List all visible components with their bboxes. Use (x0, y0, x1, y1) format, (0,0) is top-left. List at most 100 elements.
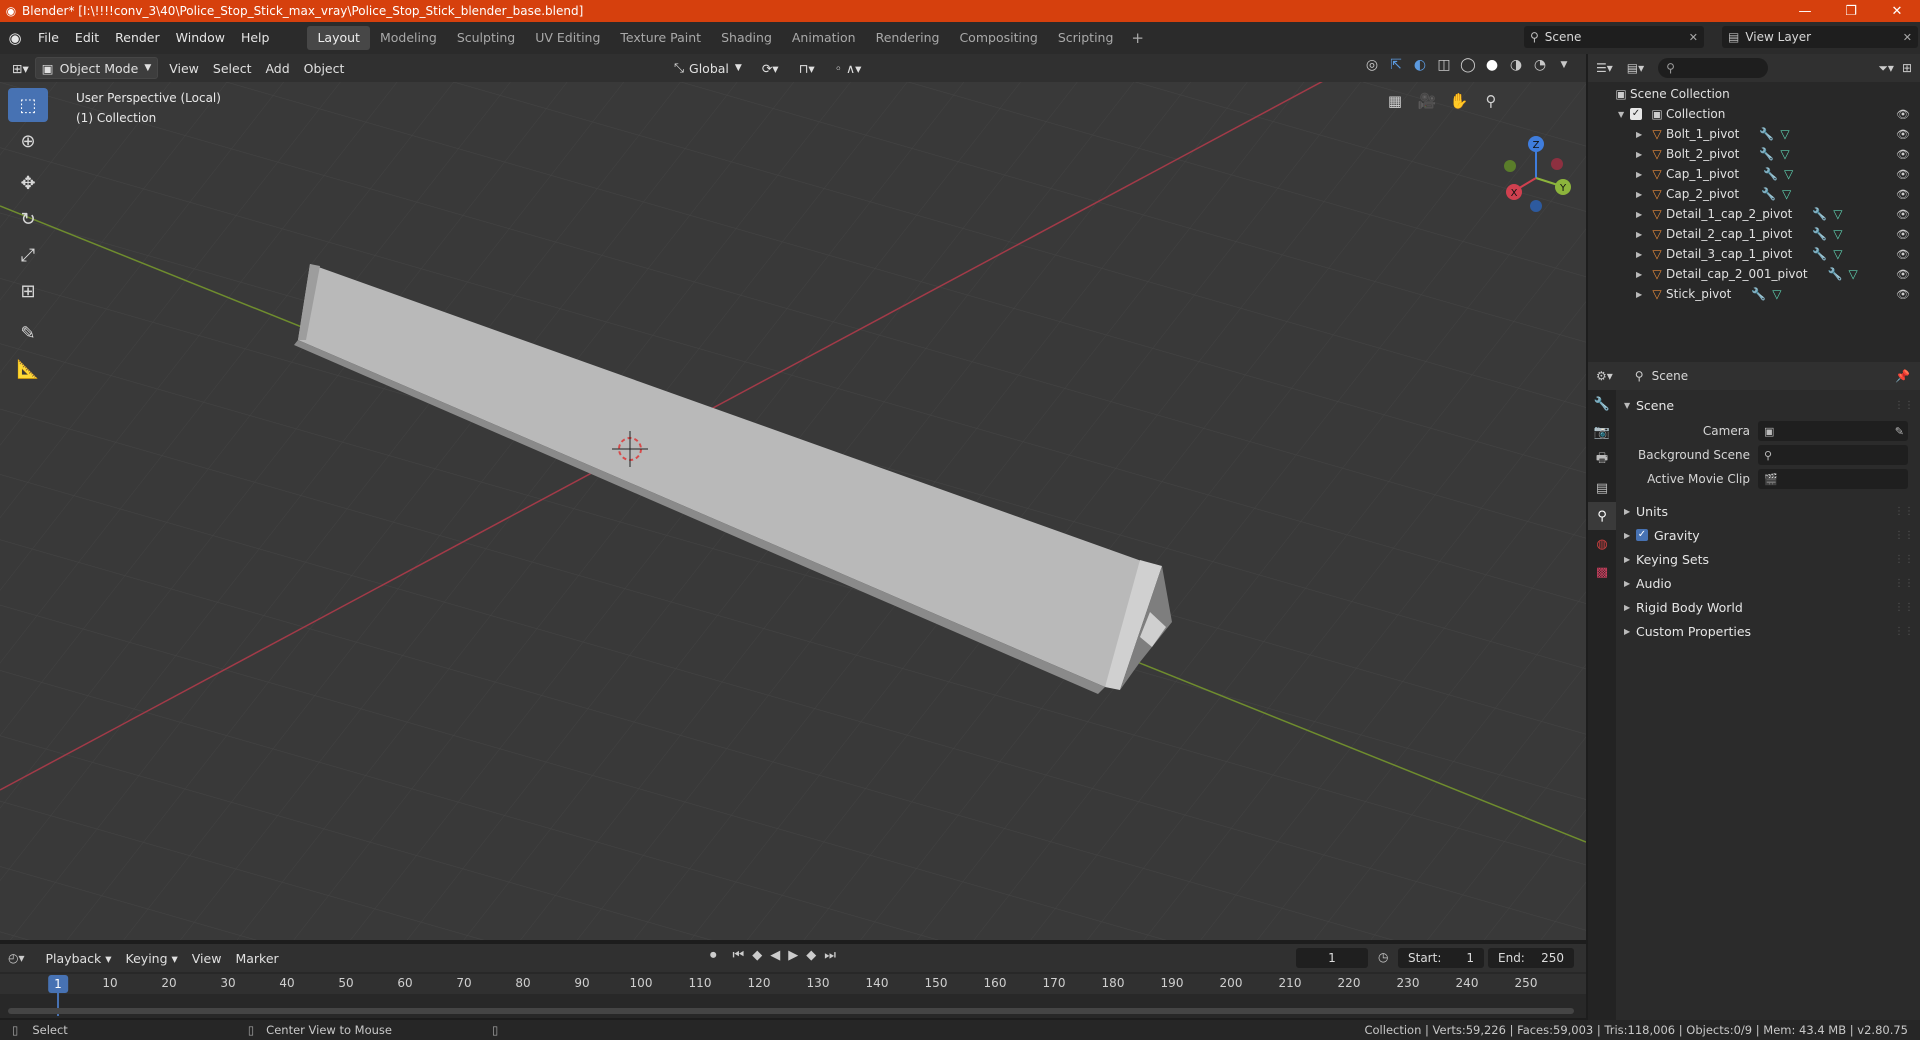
mesh-data-icon[interactable]: ▽ (1784, 167, 1793, 181)
tab-rendering[interactable]: Rendering (866, 26, 950, 50)
drag-handle-icon[interactable]: ⋮⋮ (1894, 554, 1914, 565)
modifier-icon[interactable]: 🔧 (1759, 127, 1774, 141)
drag-handle-icon[interactable]: ⋮⋮ (1894, 530, 1914, 541)
output-tab-icon[interactable]: 🖶 (1588, 446, 1616, 474)
filter-icon[interactable]: ⏷▾ (1878, 61, 1894, 76)
timeline-scrollbar[interactable] (8, 1008, 1574, 1014)
expand-arrow-icon[interactable]: ▶ (1636, 170, 1648, 179)
jump-keyframe-back-icon[interactable]: ◆ (752, 948, 762, 963)
drag-handle-icon[interactable]: ⋮⋮ (1894, 578, 1914, 589)
scene-tab-icon[interactable]: ⚲ (1588, 502, 1616, 530)
maximize-button[interactable]: ❐ (1828, 0, 1874, 22)
tab-scripting[interactable]: Scripting (1048, 26, 1124, 50)
solid-shading-icon[interactable]: ● (1484, 57, 1500, 73)
play-icon[interactable]: ▶ (788, 948, 798, 963)
outliner-editor-type-icon[interactable]: ☰▾ (1596, 61, 1613, 75)
menu-playback[interactable]: Playback ▾ (39, 951, 119, 966)
measure-tool-icon[interactable]: 📐 (8, 352, 48, 386)
zoom-icon[interactable]: ⚲ (1478, 88, 1504, 114)
expand-arrow-icon[interactable]: ▶ (1636, 150, 1648, 159)
current-frame-marker[interactable]: 1 (48, 975, 68, 993)
camera-view-icon[interactable]: 🎥 (1414, 88, 1440, 114)
chevron-down-icon[interactable]: ▼ (1556, 60, 1572, 70)
pan-hand-icon[interactable]: ✋ (1446, 88, 1472, 114)
timeline[interactable]: 1 10 20 30 40 50 60 70 80 90 100 110 120… (0, 972, 1586, 1018)
eye-icon[interactable]: 👁 (1896, 168, 1910, 181)
properties-editor-type-icon[interactable]: ⚙▾ (1596, 369, 1613, 383)
scene-collection-row[interactable]: ▣ Scene Collection (1588, 84, 1920, 104)
eye-icon[interactable]: 👁 (1896, 208, 1910, 221)
mesh-data-icon[interactable]: ▽ (1833, 207, 1842, 221)
jump-keyframe-forward-icon[interactable]: ◆ (806, 948, 816, 963)
mesh-data-icon[interactable]: ▽ (1780, 127, 1789, 141)
select-box-tool-icon[interactable]: ⬚ (8, 88, 48, 122)
close-icon[interactable]: ✕ (1689, 31, 1698, 44)
tab-modeling[interactable]: Modeling (370, 26, 447, 50)
outliner-object-row[interactable]: ▶ ▽ Bolt_1_pivot 🔧 ▽ 👁 (1588, 124, 1920, 144)
drag-handle-icon[interactable]: ⋮⋮ (1894, 400, 1914, 411)
frame-ruler[interactable]: 1 10 20 30 40 50 60 70 80 90 100 110 120… (0, 974, 1586, 994)
modifier-icon[interactable]: 🔧 (1763, 167, 1778, 181)
jump-end-icon[interactable]: ⏭ (824, 948, 836, 963)
pivot-point-icon[interactable]: ⟳▾ (756, 57, 785, 79)
expand-arrow-icon[interactable]: ▶ (1636, 210, 1648, 219)
snap-icon[interactable]: ⊓▾ (793, 57, 821, 79)
collection-checkbox[interactable]: ✓ (1630, 108, 1642, 120)
modifier-icon[interactable]: 🔧 (1812, 207, 1827, 221)
expand-arrow-icon[interactable]: ▶ (1636, 270, 1648, 279)
scale-tool-icon[interactable]: ⤢ (8, 238, 48, 272)
menu-render[interactable]: Render (107, 26, 168, 50)
outliner-object-row[interactable]: ▶ ▽ Detail_2_cap_1_pivot 🔧 ▽ 👁 (1588, 224, 1920, 244)
menu-file[interactable]: File (30, 26, 67, 50)
expand-arrow-icon[interactable]: ▶ (1636, 290, 1648, 299)
expand-arrow-icon[interactable]: ▶ (1636, 230, 1648, 239)
current-frame-field[interactable]: 1 (1296, 948, 1368, 968)
modifier-icon[interactable]: 🔧 (1828, 267, 1843, 281)
eyedropper-icon[interactable]: ✎ (1895, 425, 1904, 438)
custom-properties-panel-header[interactable]: ▶ Custom Properties ⋮⋮ (1616, 620, 1920, 642)
gravity-checkbox[interactable]: ✓ (1636, 529, 1648, 541)
tab-layout[interactable]: Layout (307, 26, 370, 50)
mode-selector[interactable]: ▣ Object Mode ▼ (34, 57, 159, 79)
tab-sculpting[interactable]: Sculpting (447, 26, 525, 50)
timeline-editor-type-icon[interactable]: ◴▾ (8, 951, 25, 965)
minimize-button[interactable]: — (1782, 0, 1828, 22)
drag-handle-icon[interactable]: ⋮⋮ (1894, 602, 1914, 613)
rigid-body-world-panel-header[interactable]: ▶ Rigid Body World ⋮⋮ (1616, 596, 1920, 618)
tab-texture-paint[interactable]: Texture Paint (610, 26, 711, 50)
modifier-icon[interactable]: 🔧 (1761, 187, 1776, 201)
toggle-view-grid-icon[interactable]: ▦ (1382, 88, 1408, 114)
modifier-icon[interactable]: 🔧 (1812, 247, 1827, 261)
modifier-icon[interactable]: 🔧 (1812, 227, 1827, 241)
menu-select[interactable]: Select (206, 61, 259, 76)
rendered-shading-icon[interactable]: ◔ (1532, 57, 1548, 73)
menu-window[interactable]: Window (168, 26, 233, 50)
proportional-editing-icon[interactable]: ◦ ∧▾ (829, 57, 868, 79)
annotate-tool-icon[interactable]: ✎ (8, 316, 48, 350)
gizmo-icon[interactable]: ⇱ (1388, 57, 1404, 73)
add-workspace-icon[interactable]: + (1123, 26, 1152, 50)
tool-settings-tab-icon[interactable]: 🔧 (1588, 390, 1616, 418)
eye-icon[interactable]: 👁 (1896, 288, 1910, 301)
mesh-data-icon[interactable]: ▽ (1780, 147, 1789, 161)
eye-icon[interactable]: 👁 (1896, 148, 1910, 161)
outliner-object-row[interactable]: ▶ ▽ Detail_cap_2_001_pivot 🔧 ▽ 👁 (1588, 264, 1920, 284)
mesh-data-icon[interactable]: ▽ (1833, 227, 1842, 241)
mesh-data-icon[interactable]: ▽ (1849, 267, 1858, 281)
gizmo-neg-y[interactable] (1504, 160, 1516, 172)
tab-compositing[interactable]: Compositing (949, 26, 1047, 50)
close-icon[interactable]: ✕ (1903, 31, 1912, 44)
record-icon[interactable]: ⏺ (710, 948, 717, 963)
new-collection-icon[interactable]: ⊞ (1902, 61, 1912, 75)
menu-view[interactable]: View (162, 61, 206, 76)
menu-edit[interactable]: Edit (67, 26, 107, 50)
outliner-object-row[interactable]: ▶ ▽ Detail_1_cap_2_pivot 🔧 ▽ 👁 (1588, 204, 1920, 224)
drag-handle-icon[interactable]: ⋮⋮ (1894, 506, 1914, 517)
gravity-panel-header[interactable]: ▶ ✓ Gravity ⋮⋮ (1616, 524, 1920, 546)
expand-arrow-icon[interactable]: ▼ (1618, 110, 1630, 119)
transform-tool-icon[interactable]: ⊞ (8, 274, 48, 308)
tab-uv-editing[interactable]: UV Editing (525, 26, 610, 50)
units-panel-header[interactable]: ▶ Units ⋮⋮ (1616, 500, 1920, 522)
modifier-icon[interactable]: 🔧 (1751, 287, 1766, 301)
start-frame-field[interactable]: Start: 1 (1398, 948, 1484, 968)
